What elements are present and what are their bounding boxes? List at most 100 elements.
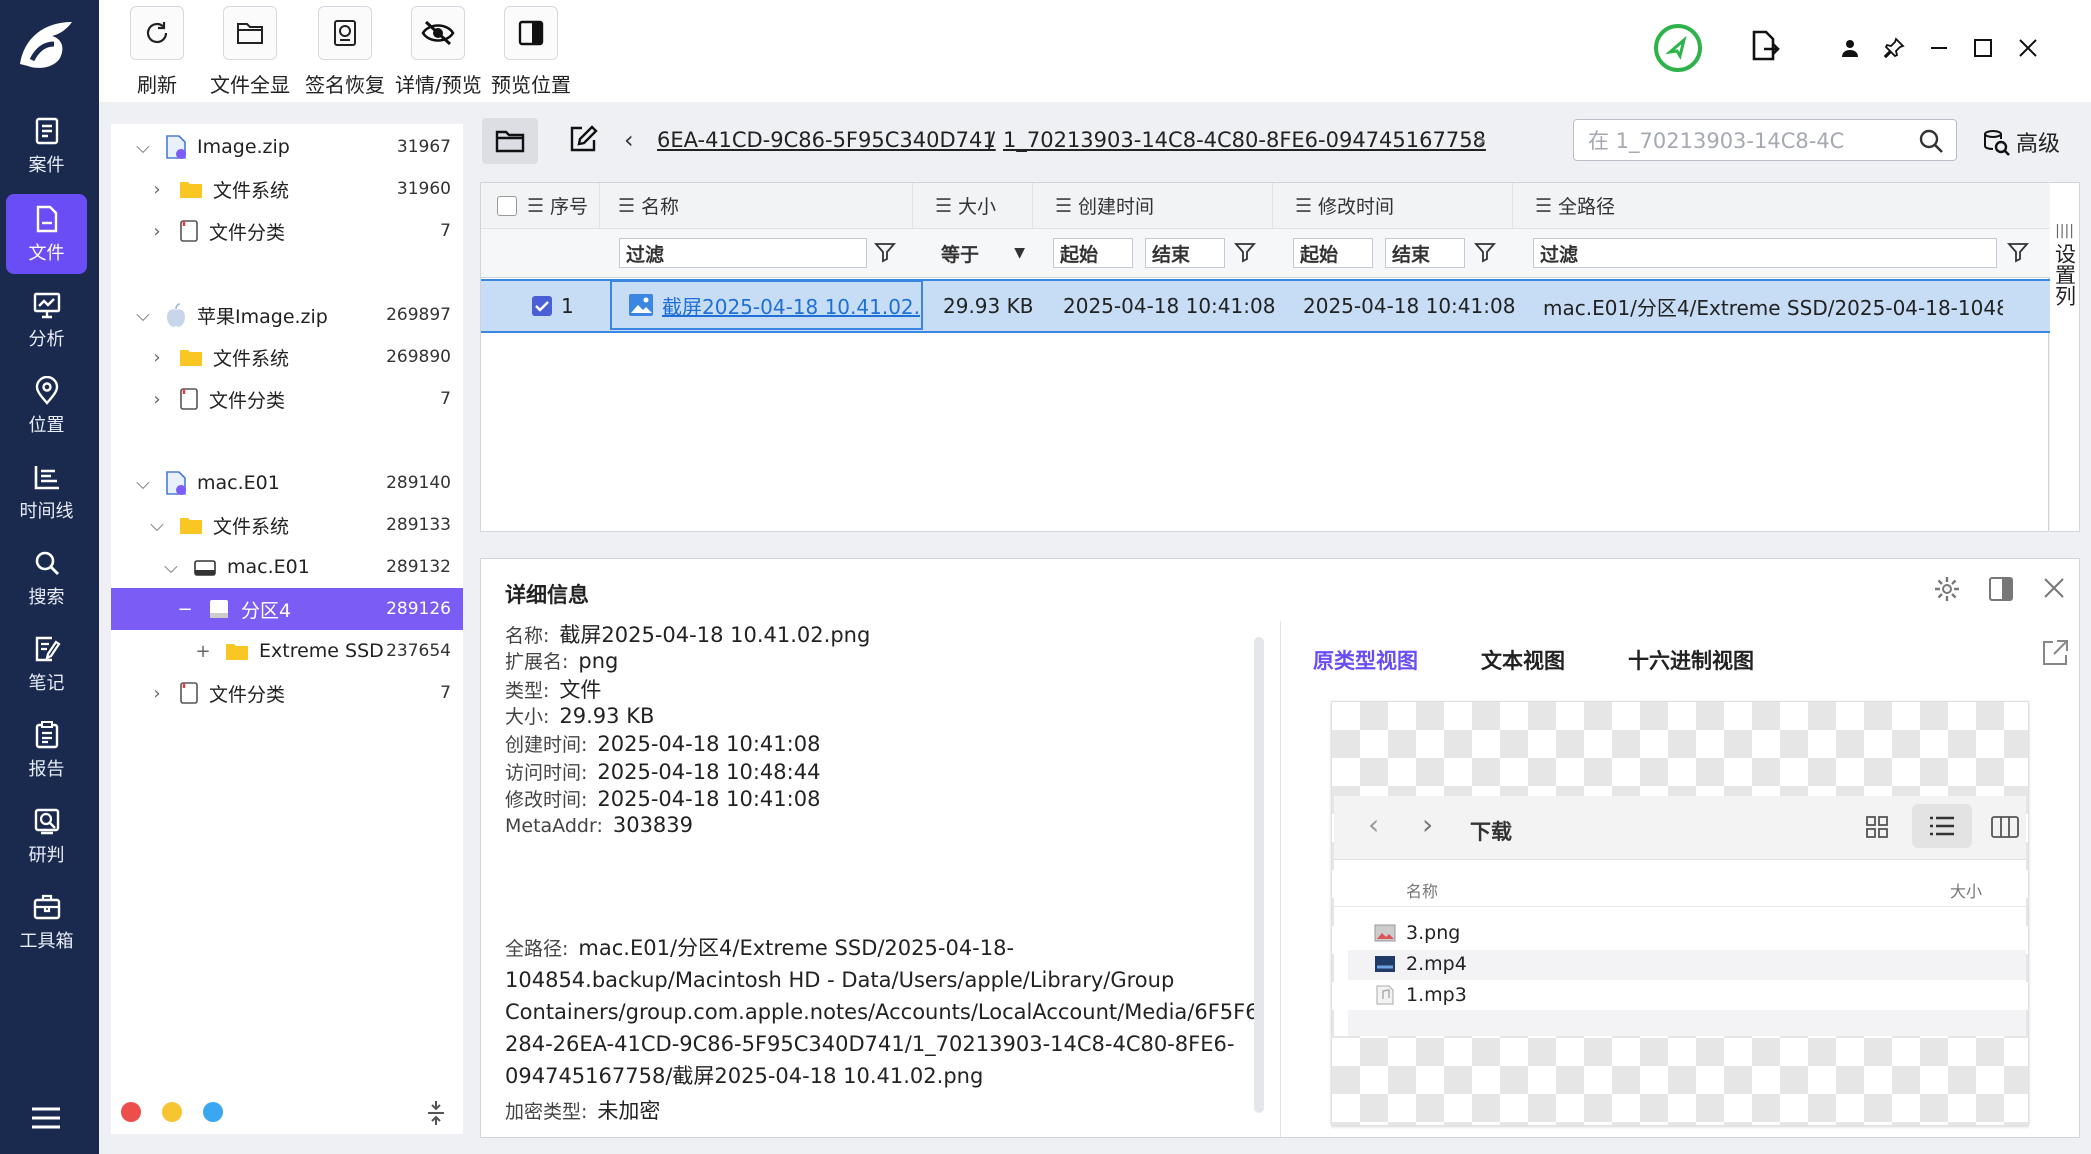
tab-text-view[interactable]: 文本视图 (1481, 645, 1565, 675)
breadcrumb-segment[interactable]: 6EA-41CD-9C86-5F95C340D741 (657, 128, 996, 152)
nav-item-search[interactable]: 搜索 (6, 538, 87, 618)
path-filter-input[interactable]: 过滤 (1533, 238, 1997, 268)
tree-item-image-zip[interactable]: ⌵ Image.zip 31967 (111, 126, 463, 168)
tree-item-category[interactable]: › 文件分类 7 (111, 210, 463, 252)
file-name-link[interactable]: 截屏2025-04-18 10.41.02.png (662, 291, 921, 320)
tree-item-category[interactable]: › 文件分类 7 (111, 672, 463, 714)
filter-icon[interactable] (2007, 241, 2029, 263)
tree-item-extreme-ssd[interactable]: + Extreme SSD 237654 (111, 630, 463, 672)
chevron-right-icon[interactable]: › (147, 179, 167, 200)
detail-preview-button[interactable]: 详情/预览 (395, 6, 482, 98)
signature-recover-button[interactable]: 签名恢复 (305, 6, 385, 98)
nav-item-case[interactable]: 案件 (6, 106, 87, 186)
modified-start-input[interactable]: 起始 (1293, 238, 1373, 268)
close-detail-icon[interactable] (2043, 577, 2065, 599)
select-all-checkbox[interactable] (497, 195, 517, 216)
chevron-down-icon[interactable]: ⌵ (133, 137, 153, 158)
modified-end-input[interactable]: 结束 (1385, 238, 1465, 268)
menu-icon[interactable] (30, 1106, 62, 1134)
nav-item-notes[interactable]: 笔记 (6, 624, 87, 704)
pin-icon[interactable] (1876, 30, 1912, 66)
folder-view-button[interactable] (482, 118, 538, 164)
filter-icon[interactable] (874, 241, 896, 263)
tree-item-mac-e01[interactable]: ⌵ mac.E01 289140 (111, 462, 463, 504)
detail-scrollbar[interactable] (1254, 637, 1264, 1113)
search-input[interactable]: 在 1_70213903-14C8-4C (1573, 119, 1957, 161)
tab-raw-view[interactable]: 原类型视图 (1313, 645, 1418, 675)
blue-dot[interactable] (203, 1102, 223, 1122)
tree-item-category[interactable]: › 文件分类 7 (111, 378, 463, 420)
nav-item-toolbox[interactable]: 工具箱 (6, 882, 87, 962)
export-file-icon[interactable] (1746, 28, 1782, 64)
collapse-all-icon[interactable] (424, 1098, 448, 1128)
folder-icon (180, 350, 202, 366)
chevron-right-icon[interactable]: › (147, 389, 167, 410)
chevron-down-icon[interactable]: ⌵ (147, 515, 167, 536)
user-icon[interactable] (1832, 30, 1868, 66)
breadcrumb-segment[interactable]: 1_70213903-14C8-4C80-8FE6-094745167758 (1003, 128, 1486, 152)
checkbox-checked-icon (532, 296, 552, 316)
toolbox-icon (33, 894, 60, 919)
disk-icon (194, 560, 216, 576)
preview-position-button[interactable]: 预览位置 (491, 6, 571, 98)
finder-col-size: 大小 (1950, 882, 1983, 901)
tree-item-filesystem[interactable]: ⌵ 文件系统 289133 (111, 504, 463, 546)
chevron-right-icon[interactable]: › (147, 221, 167, 242)
edit-path-icon[interactable] (568, 124, 598, 154)
maximize-icon[interactable] (1965, 30, 2001, 66)
chevron-down-icon[interactable]: ⌵ (133, 473, 153, 494)
nav-item-report[interactable]: 报告 (6, 710, 87, 790)
path-back-icon[interactable]: ‹ (624, 126, 634, 154)
tree-item-disk[interactable]: ⌵ mac.E01 289132 (111, 546, 463, 588)
show-all-files-button[interactable]: 文件全显 (210, 6, 290, 98)
column-settings-button[interactable]: |||| 设置列 (2050, 182, 2080, 532)
col-name-header[interactable]: ☰ 名称 (600, 183, 913, 228)
nav-item-location[interactable]: 位置 (6, 366, 87, 446)
table-row[interactable]: 1 截屏2025-04-18 10.41.02.png 29.93 KB 202… (481, 279, 2050, 333)
judge-icon (34, 808, 59, 834)
tree-item-partition4[interactable]: − 分区4 289126 (111, 588, 463, 630)
col-modified-header[interactable]: ☰ 修改时间 (1273, 183, 1513, 228)
tree-label: 苹果Image.zip (197, 305, 328, 328)
tree-item-apple-image-zip[interactable]: ⌵ 苹果Image.zip 269897 (111, 294, 463, 336)
close-icon[interactable] (2010, 30, 2046, 66)
collapse-icon[interactable]: − (175, 599, 195, 620)
red-dot[interactable] (121, 1102, 141, 1122)
minimize-icon[interactable] (1921, 30, 1957, 66)
tab-hex-view[interactable]: 十六进制视图 (1628, 645, 1754, 675)
search-icon[interactable] (1918, 128, 1944, 154)
dropdown-arrow-icon: ▼ (1014, 245, 1025, 261)
row-checkbox[interactable] (531, 281, 553, 331)
name-filter-input[interactable]: 过滤 (619, 238, 867, 268)
open-external-icon[interactable] (2040, 638, 2070, 668)
chevron-down-icon[interactable]: ⌵ (133, 305, 153, 326)
chevron-down-icon[interactable]: ⌵ (161, 557, 181, 578)
tree-item-filesystem[interactable]: › 文件系统 31960 (111, 168, 463, 210)
yellow-dot[interactable] (162, 1102, 182, 1122)
nav-item-analysis[interactable]: 分析 (6, 280, 87, 360)
nav-item-timeline[interactable]: 时间线 (6, 452, 87, 532)
created-end-input[interactable]: 结束 (1145, 238, 1225, 268)
chevron-right-icon[interactable]: › (147, 683, 167, 704)
tree-item-filesystem[interactable]: › 文件系统 269890 (111, 336, 463, 378)
size-operator-select[interactable]: 等于 ▼ (935, 238, 1025, 268)
created-start-input[interactable]: 起始 (1053, 238, 1133, 268)
col-created-header[interactable]: ☰ 创建时间 (1033, 183, 1273, 228)
nav-item-judge[interactable]: 研判 (6, 796, 87, 876)
panel-layout-icon[interactable] (1987, 575, 2015, 603)
status-badge-icon[interactable] (1652, 22, 1704, 74)
advanced-search-button[interactable]: 高级 (1982, 126, 2060, 158)
col-path-header[interactable]: ☰ 全路径 (1513, 183, 2050, 228)
filter-icon[interactable] (1474, 241, 1496, 263)
gear-icon[interactable] (1933, 575, 1961, 603)
refresh-button[interactable]: 刷新 (130, 6, 184, 98)
col-seq-header[interactable]: ☰ 序号 (481, 183, 600, 228)
chevron-right-icon[interactable]: › (147, 347, 167, 368)
path-forward-icon[interactable]: › (1477, 126, 1487, 154)
col-size-header[interactable]: ☰ 大小 (913, 183, 1033, 228)
preview-image: ‹ › 下载 名称 大小 3.png 2.mp4 1.mp3 (1331, 701, 2029, 1126)
filter-icon[interactable] (1234, 241, 1256, 263)
nav-item-file[interactable]: 文件 (6, 194, 87, 274)
cell-name[interactable]: 截屏2025-04-18 10.41.02.png (610, 280, 923, 330)
expand-icon[interactable]: + (193, 641, 213, 662)
